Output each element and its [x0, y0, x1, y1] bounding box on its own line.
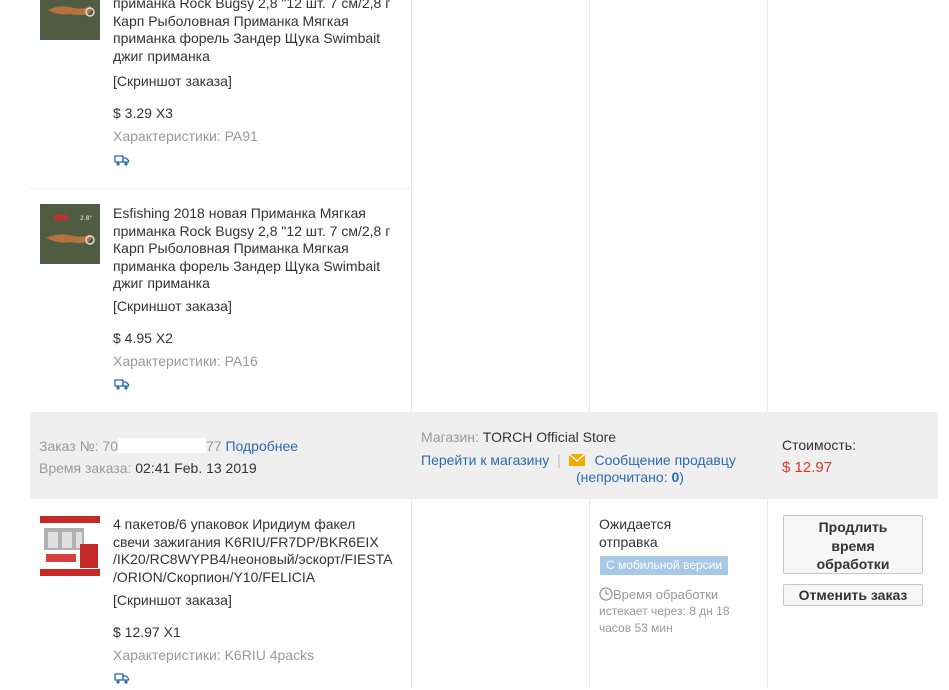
order-cost-label: Стоимость: [782, 437, 856, 453]
order-cost-value: $ 12.97 [782, 459, 833, 476]
order-snapshot-link[interactable]: [Скриншот заказа] [113, 73, 232, 89]
product-thumbnail[interactable] [40, 516, 100, 576]
column-divider [589, 0, 590, 412]
order-header: Заказ №: 70 77 Подробнее Время заказа: 02… [30, 412, 938, 499]
product-thumbnail[interactable] [40, 0, 100, 40]
clock-icon [599, 587, 613, 601]
message-seller-link[interactable]: Сообщение продавцу [595, 452, 736, 468]
order-time: Время заказа: 02:41 Feb. 13 2019 [39, 460, 257, 476]
item-spec: Характеристики: PA16 [113, 353, 258, 369]
unread-count: (непрочитано: 0) [576, 469, 684, 485]
extend-processing-time-button[interactable]: Продлить время обработки [783, 515, 923, 574]
store-info: Магазин: TORCH Official Store [421, 429, 617, 445]
svg-text:2.8": 2.8" [80, 215, 93, 222]
order-item: приманка Rock Bugsy 2,8 "12 шт. 7 см/2,8… [30, 0, 411, 188]
order-details-link[interactable]: Подробнее [225, 438, 298, 454]
column-divider [589, 499, 590, 688]
column-divider [767, 499, 768, 688]
store-name[interactable]: TORCH Official Store [483, 429, 616, 445]
link-divider: | [557, 452, 561, 468]
item-spec: Характеристики: K6RIU 4packs [113, 647, 315, 663]
processing-time: Время обработки истекает через: 8 дн 18 … [599, 587, 730, 635]
product-title[interactable]: 4 пакетов/6 упаковок Иридиум факел свечи… [113, 516, 413, 586]
order-snapshot-link[interactable]: [Скриншот заказа] [113, 592, 232, 608]
item-price: $ 3.29 X3 [113, 105, 173, 121]
order-number: Заказ №: 70 77 Подробнее [39, 438, 299, 454]
shipping-truck-icon [114, 153, 130, 167]
store-actions: Перейти к магазину | Сообщение продавцу [421, 452, 736, 468]
shipping-truck-icon [114, 671, 130, 685]
envelope-icon [568, 453, 586, 466]
mobile-version-badge: С мобильной версии [600, 556, 729, 575]
redacted-block [118, 438, 206, 453]
item-spec: Характеристики: PA91 [113, 128, 258, 144]
product-thumbnail[interactable]: 2.8" [40, 204, 100, 264]
item-price: $ 4.95 X2 [113, 330, 173, 346]
item-price: $ 12.97 X1 [113, 624, 181, 640]
column-divider [767, 0, 768, 412]
order-snapshot-link[interactable]: [Скриншот заказа] [113, 298, 232, 314]
order-item: 4 пакетов/6 упаковок Иридиум факел свечи… [30, 499, 411, 688]
order-status: Ожидается отправка [599, 516, 672, 550]
product-title[interactable]: приманка Rock Bugsy 2,8 "12 шт. 7 см/2,8… [113, 0, 413, 65]
order-item: 2.8" Esfishing 2018 новая Приманка Мягка… [30, 189, 411, 412]
shipping-truck-icon [114, 377, 130, 391]
cancel-order-button[interactable]: Отменить заказ [783, 584, 923, 606]
goto-store-link[interactable]: Перейти к магазину [421, 452, 549, 468]
product-title[interactable]: Esfishing 2018 новая Приманка Мягкая при… [113, 205, 413, 293]
